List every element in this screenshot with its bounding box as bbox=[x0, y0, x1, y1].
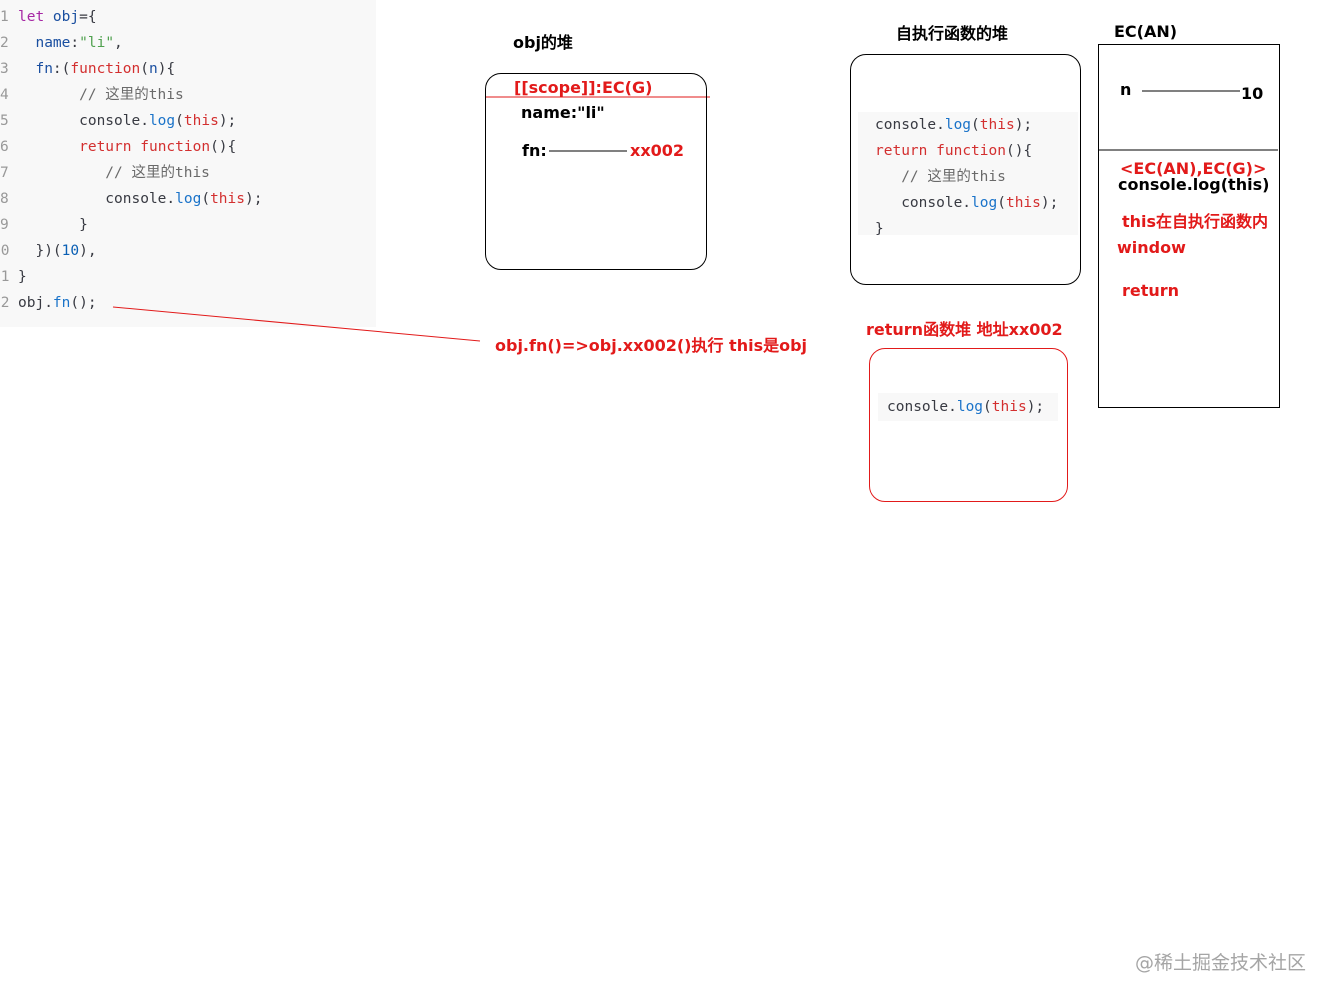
code-token: this bbox=[1005, 195, 1041, 211]
code-token: ( bbox=[983, 399, 992, 415]
call-annotation: obj.fn()=>obj.xx002()执行 this是obj bbox=[495, 336, 808, 355]
call-arrow-line bbox=[112, 306, 481, 342]
code-token: ); bbox=[1040, 195, 1059, 211]
ec-an-this-note: this在自执行函数内 bbox=[1122, 212, 1269, 231]
snippet-line: } bbox=[875, 216, 884, 235]
snippet-line: console.log(this); bbox=[887, 394, 1044, 420]
obj-name-prop: name:"li" bbox=[521, 103, 605, 122]
self-exec-code-snippet: console.log(this); return function(){ // … bbox=[858, 112, 1078, 235]
self-exec-heap-title: 自执行函数的堆 bbox=[896, 24, 1009, 43]
code-token: function bbox=[936, 143, 1006, 159]
watermark: @稀土掘金技术社区 bbox=[1135, 952, 1307, 974]
obj-fn-prop: fn: bbox=[522, 141, 547, 160]
return-heap-title: return函数堆 地址xx002 bbox=[866, 320, 1063, 339]
obj-heap-title: obj的堆 bbox=[513, 33, 573, 52]
snippet-line: // 这里的this bbox=[875, 164, 1006, 190]
snippet-line: console.log(this); bbox=[875, 190, 1058, 216]
code-token: ); bbox=[1014, 117, 1033, 133]
code-token: return bbox=[875, 143, 928, 159]
ec-an-this-value: window bbox=[1117, 238, 1186, 257]
code-token: (){ bbox=[1005, 143, 1033, 159]
ec-an-statement: console.log(this) bbox=[1118, 175, 1270, 194]
code-token: ( bbox=[971, 117, 980, 133]
code-token: console. bbox=[875, 117, 945, 133]
code-token: log bbox=[971, 195, 998, 211]
code-token: // 这里的this bbox=[875, 169, 1006, 185]
snippet-line: return function(){ bbox=[875, 138, 1032, 164]
code-token: console. bbox=[887, 399, 957, 415]
snippet-line: console.log(this); bbox=[875, 112, 1032, 138]
code-token: } bbox=[875, 221, 884, 235]
ec-an-var-value: 10 bbox=[1241, 84, 1264, 103]
obj-heap-scope: [[scope]]:EC(G) bbox=[514, 78, 653, 97]
ec-an-var-name: n bbox=[1120, 80, 1132, 99]
obj-fn-address: xx002 bbox=[630, 141, 685, 160]
return-code-snippet: console.log(this); bbox=[878, 393, 1058, 421]
code-token: this bbox=[979, 117, 1015, 133]
code-token: console. bbox=[875, 195, 972, 211]
return-heap-box bbox=[869, 348, 1068, 502]
code-token: this bbox=[991, 399, 1027, 415]
code-token: ( bbox=[997, 195, 1006, 211]
code-token: ); bbox=[1026, 399, 1045, 415]
ec-an-title: EC(AN) bbox=[1114, 22, 1178, 41]
code-token: log bbox=[956, 399, 984, 415]
ec-an-return: return bbox=[1122, 281, 1180, 300]
code-token: log bbox=[944, 117, 972, 133]
